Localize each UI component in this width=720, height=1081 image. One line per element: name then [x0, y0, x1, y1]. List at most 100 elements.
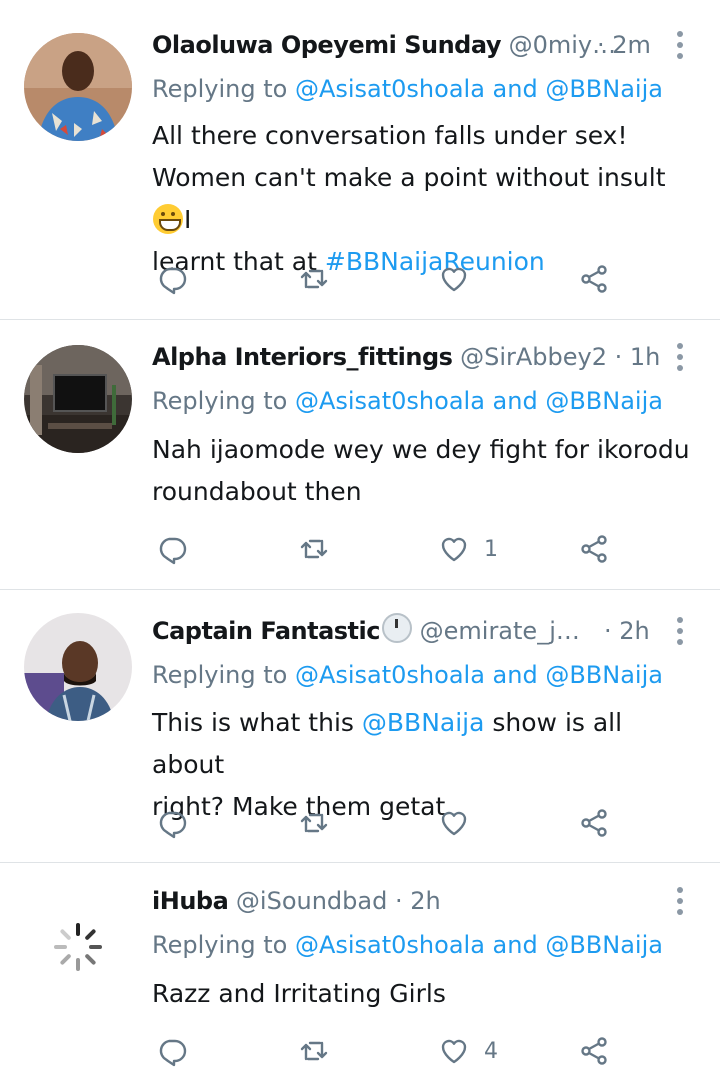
display-name[interactable]: Olaoluwa Opeyemi Sunday [152, 31, 501, 59]
replying-to-label: Replying to [152, 661, 295, 689]
share-button[interactable] [578, 527, 610, 571]
more-icon[interactable] [668, 29, 692, 61]
replying-to: Replying to @Asisat0shoala and @BBNaija [152, 69, 663, 109]
grinning-emoji-icon [153, 204, 183, 234]
like-count: 1 [484, 536, 498, 562]
mention-link[interactable]: @Asisat0shoala [295, 661, 485, 689]
tweet-header: iHuba @iSoundbad · 2h [152, 881, 672, 921]
reply-icon [156, 533, 188, 565]
avatar[interactable] [24, 345, 132, 453]
reply-button[interactable] [156, 801, 188, 845]
share-icon [578, 1035, 610, 1067]
tweet-header: Alpha Interiors_fittings @SirAbbey2 · 1h [152, 337, 672, 377]
reply-icon [156, 263, 188, 295]
tweet-header: Olaoluwa Opeyemi Sunday @0miy… · 2m [152, 25, 672, 65]
share-icon [578, 263, 610, 295]
replying-to-and: and [484, 75, 546, 103]
retweet-button[interactable] [298, 257, 330, 301]
tweet-actions [0, 257, 720, 301]
stopwatch-emoji-icon [381, 613, 412, 643]
tweet[interactable]: Alpha Interiors_fittings @SirAbbey2 · 1h… [0, 337, 720, 587]
replying-to: Replying to @Asisat0shoala and @BBNaija [152, 655, 663, 695]
like-button[interactable]: 1 [438, 527, 498, 571]
mention-link[interactable]: @BBNaija [545, 931, 663, 959]
mention-link[interactable]: @Asisat0shoala [295, 931, 485, 959]
replying-to-label: Replying to [152, 931, 295, 959]
avatar[interactable] [24, 33, 132, 141]
divider [0, 319, 720, 320]
tweet[interactable]: Olaoluwa Opeyemi Sunday @0miy… · 2m Repl… [0, 25, 720, 315]
mention-link[interactable]: @BBNaija [545, 661, 663, 689]
tweet-actions [0, 801, 720, 845]
display-name[interactable]: Captain Fantastic [152, 617, 380, 645]
more-icon[interactable] [668, 341, 692, 373]
display-name[interactable]: iHuba [152, 887, 229, 915]
share-button[interactable] [578, 1029, 610, 1073]
tweet-header: Captain Fantastic @emirate_j… · 2h [152, 611, 672, 651]
timestamp: · 2h [394, 887, 441, 915]
more-icon[interactable] [668, 615, 692, 647]
reply-button[interactable] [156, 1029, 188, 1073]
share-icon [578, 533, 610, 565]
replying-to-label: Replying to [152, 75, 295, 103]
mention-link[interactable]: @BBNaija [545, 387, 663, 415]
tweet-text-line: roundabout then [152, 477, 362, 506]
reply-icon [156, 1035, 188, 1067]
reply-button[interactable] [156, 527, 188, 571]
tweet-text-line: All there conversation falls under sex! [152, 121, 628, 150]
retweet-icon [298, 533, 330, 565]
tweet[interactable]: Captain Fantastic @emirate_j… · 2h Reply… [0, 611, 720, 856]
tweet-text-line: Nah ijaomode wey we dey fight for ikorod… [152, 435, 690, 464]
tweet-actions: 4 [0, 1029, 720, 1073]
share-icon [578, 807, 610, 839]
mention-link[interactable]: @Asisat0shoala [295, 75, 485, 103]
timestamp: · 2h [604, 617, 650, 645]
reply-icon [156, 807, 188, 839]
replying-to-and: and [484, 387, 546, 415]
like-icon [438, 807, 470, 839]
tweet-text-fragment: This is what this [152, 708, 362, 737]
like-icon [438, 1035, 470, 1067]
tweet-text-fragment: Women can't make a point without insult [152, 163, 666, 192]
reply-button[interactable] [156, 257, 188, 301]
tweet-text-line: This is what this @BBNaija show is all a… [152, 702, 697, 786]
retweet-icon [298, 1035, 330, 1067]
retweet-icon [298, 263, 330, 295]
replying-to-and: and [484, 661, 546, 689]
tweet-actions: 1 [0, 527, 720, 571]
retweet-icon [298, 807, 330, 839]
tweet-text: Razz and Irritating Girls [152, 973, 697, 1015]
share-button[interactable] [578, 801, 610, 845]
tweet-text-fragment: I [184, 205, 192, 234]
more-icon[interactable] [668, 885, 692, 917]
mention-link[interactable]: @BBNaija [362, 708, 485, 737]
user-handle[interactable]: @emirate_j… [420, 617, 580, 645]
tweet[interactable]: iHuba @iSoundbad · 2h Replying to @Asisa… [0, 881, 720, 1081]
tweet-text-line: Razz and Irritating Girls [152, 979, 446, 1008]
retweet-button[interactable] [298, 1029, 330, 1073]
replying-to-and: and [484, 931, 546, 959]
timestamp: · 2m [597, 31, 651, 59]
divider [0, 589, 720, 590]
like-button[interactable] [438, 257, 484, 301]
share-button[interactable] [578, 257, 610, 301]
timestamp: · 1h [614, 343, 661, 371]
tweet-text: Nah ijaomode wey we dey fight for ikorod… [152, 429, 697, 513]
like-count: 4 [484, 1038, 498, 1064]
avatar[interactable] [24, 613, 132, 721]
retweet-button[interactable] [298, 527, 330, 571]
like-icon [438, 263, 470, 295]
user-handle[interactable]: @iSoundbad [236, 887, 387, 915]
replying-to-label: Replying to [152, 387, 295, 415]
user-handle[interactable]: @SirAbbey2 [460, 343, 607, 371]
retweet-button[interactable] [298, 801, 330, 845]
display-name[interactable]: Alpha Interiors_fittings [152, 343, 453, 371]
divider [0, 862, 720, 863]
mention-link[interactable]: @Asisat0shoala [295, 387, 485, 415]
like-button[interactable] [438, 801, 484, 845]
replying-to: Replying to @Asisat0shoala and @BBNaija [152, 925, 663, 965]
like-button[interactable]: 4 [438, 1029, 498, 1073]
mention-link[interactable]: @BBNaija [545, 75, 663, 103]
like-icon [438, 533, 470, 565]
replying-to: Replying to @Asisat0shoala and @BBNaija [152, 381, 663, 421]
